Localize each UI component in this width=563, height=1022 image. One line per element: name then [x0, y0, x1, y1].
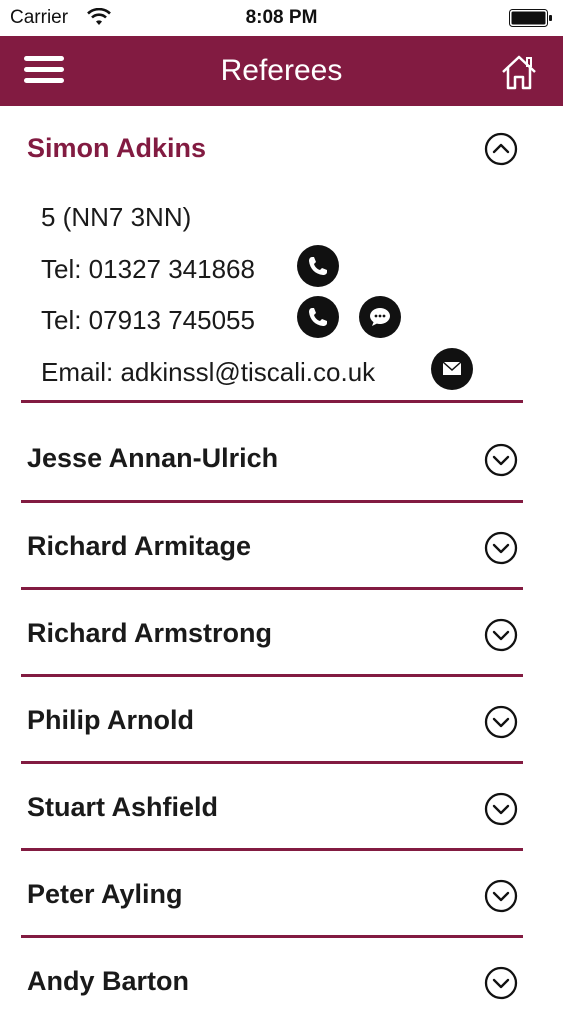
- referee-name: Peter Ayling: [27, 879, 183, 909]
- chevron-down-icon[interactable]: [484, 879, 518, 913]
- chevron-down-icon[interactable]: [484, 531, 518, 565]
- referee-list: Simon Adkins 5 (NN7 3NN) Tel: 01327 3418…: [0, 106, 563, 1022]
- chat-icon: [370, 308, 390, 326]
- email-text: Email: adkinssl@tiscali.co.uk: [41, 357, 376, 387]
- referee-name: Philip Arnold: [27, 705, 194, 735]
- referee-item[interactable]: Peter Ayling: [0, 851, 563, 938]
- status-bar: Carrier 8:08 PM: [0, 0, 563, 36]
- chevron-down-icon[interactable]: [484, 443, 518, 477]
- referee-header[interactable]: Philip Arnold: [0, 677, 563, 761]
- page-title: Referees: [220, 54, 343, 87]
- battery-icon: [509, 9, 552, 27]
- referee-header[interactable]: Jesse Annan-Ulrich: [0, 403, 563, 500]
- referee-header[interactable]: Stuart Ashfield: [0, 764, 563, 848]
- referee-details: 5 (NN7 3NN) Tel: 01327 341868 Tel: 07913…: [0, 190, 563, 400]
- address-text: 5 (NN7 3NN): [41, 202, 192, 232]
- referee-header[interactable]: Richard Armstrong: [0, 590, 563, 674]
- chevron-down-icon[interactable]: [484, 705, 518, 739]
- referee-header[interactable]: Peter Ayling: [0, 851, 563, 935]
- referee-item-expanded[interactable]: Simon Adkins 5 (NN7 3NN) Tel: 01327 3418…: [0, 106, 563, 403]
- referee-name: Andy Barton: [27, 966, 189, 996]
- referee-item[interactable]: Richard Armstrong: [0, 590, 563, 677]
- referee-name: Richard Armitage: [27, 531, 252, 561]
- referee-item[interactable]: Stuart Ashfield: [0, 764, 563, 851]
- referee-name: Stuart Ashfield: [27, 792, 219, 822]
- call-button-2[interactable]: [297, 296, 339, 338]
- phone-icon: [309, 308, 327, 326]
- referee-name: Simon Adkins: [27, 133, 207, 163]
- referee-header[interactable]: Andy Barton: [0, 938, 563, 1022]
- referee-item[interactable]: Jesse Annan-Ulrich: [0, 403, 563, 503]
- referee-item[interactable]: Philip Arnold: [0, 677, 563, 764]
- referee-header[interactable]: Simon Adkins: [0, 106, 563, 190]
- referee-item[interactable]: Richard Armitage: [0, 503, 563, 590]
- phone-text-1: Tel: 01327 341868: [41, 254, 255, 284]
- chevron-down-icon[interactable]: [484, 966, 518, 1000]
- envelope-icon: [442, 361, 462, 375]
- call-button-1[interactable]: [297, 245, 339, 287]
- nav-bar: Referees: [0, 36, 563, 106]
- referee-item[interactable]: Andy Barton: [0, 938, 563, 1022]
- email-button[interactable]: [431, 348, 473, 390]
- chevron-down-icon[interactable]: [484, 792, 518, 826]
- message-button[interactable]: [359, 296, 401, 338]
- referee-header[interactable]: Richard Armitage: [0, 503, 563, 587]
- referee-name: Jesse Annan-Ulrich: [27, 443, 279, 473]
- phone-icon: [309, 257, 327, 275]
- chevron-down-icon[interactable]: [484, 618, 518, 652]
- referee-name: Richard Armstrong: [27, 618, 273, 648]
- phone-text-2: Tel: 07913 745055: [41, 305, 255, 335]
- home-icon[interactable]: [499, 52, 539, 92]
- status-time: 8:08 PM: [245, 7, 318, 28]
- chevron-up-icon[interactable]: [484, 132, 518, 166]
